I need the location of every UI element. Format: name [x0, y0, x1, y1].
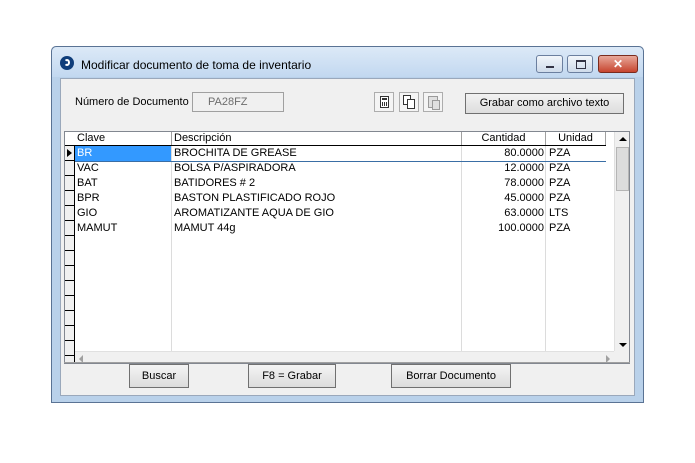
doc-number-field[interactable]: PA28FZ — [192, 92, 284, 112]
current-row-arrow-icon — [67, 149, 72, 157]
grabar-button[interactable]: F8 = Grabar — [248, 364, 336, 388]
cell-descripcion[interactable]: BOLSA P/ASPIRADORA — [172, 161, 462, 176]
row-indicator-column — [65, 146, 75, 363]
calculator-button[interactable] — [374, 92, 394, 112]
cell-clave[interactable]: BPR — [75, 191, 171, 206]
arrow-down-icon — [619, 343, 627, 347]
paste-button[interactable] — [423, 92, 443, 112]
doc-number-label: Número de Documento — [75, 96, 189, 108]
buscar-label: Buscar — [141, 370, 177, 382]
title-bar[interactable]: Modificar documento de toma de inventari… — [52, 47, 643, 77]
table-row[interactable]: BR BROCHITA DE GREASE 80.0000 PZA — [75, 146, 606, 162]
cell-unidad[interactable]: PZA — [546, 176, 606, 191]
cell-cantidad[interactable]: 12.0000 — [462, 161, 546, 176]
table-row[interactable]: VAC BOLSA P/ASPIRADORA 12.0000 PZA — [75, 161, 606, 176]
grabar-label: F8 = Grabar — [262, 370, 322, 382]
copy-button[interactable] — [399, 92, 419, 112]
scroll-up-button[interactable] — [615, 132, 629, 147]
cell-clave[interactable]: BR — [75, 146, 171, 161]
calculator-icon — [380, 96, 389, 108]
cell-cantidad[interactable]: 63.0000 — [462, 206, 546, 221]
table-row[interactable]: BAT BATIDORES # 2 78.0000 PZA — [75, 176, 606, 191]
inventory-grid[interactable]: Clave Descripción Cantidad Unidad BR BRO… — [64, 131, 630, 364]
save-as-text-button[interactable]: Grabar como archivo texto — [465, 93, 624, 114]
cell-unidad[interactable]: PZA — [546, 146, 606, 161]
window-title: Modificar documento de toma de inventari… — [81, 58, 312, 72]
app-icon — [60, 56, 74, 70]
footer-divider — [64, 362, 630, 363]
vertical-scrollbar[interactable] — [614, 132, 629, 352]
cell-clave[interactable]: BAT — [75, 176, 171, 191]
column-header-cantidad[interactable]: Cantidad — [462, 132, 546, 145]
minimize-button[interactable] — [536, 55, 563, 73]
client-area: Número de Documento PA28FZ Grabar como a… — [60, 78, 635, 396]
cell-cantidad[interactable]: 80.0000 — [462, 146, 546, 161]
close-button[interactable]: ✕ — [598, 55, 638, 73]
table-row[interactable]: BPR BASTON PLASTIFICADO ROJO 45.0000 PZA — [75, 191, 606, 206]
cell-unidad[interactable]: PZA — [546, 161, 606, 176]
close-icon: ✕ — [612, 57, 624, 71]
paste-icon-page — [432, 100, 440, 110]
buscar-button[interactable]: Buscar — [129, 364, 189, 388]
cell-unidad[interactable]: LTS — [546, 206, 606, 221]
cell-clave[interactable]: GIO — [75, 206, 171, 221]
cell-descripcion[interactable]: AROMATIZANTE AQUA DE GIO — [172, 206, 462, 221]
cell-cantidad[interactable]: 78.0000 — [462, 176, 546, 191]
column-header-descripcion[interactable]: Descripción — [172, 132, 462, 145]
cell-cantidad[interactable]: 45.0000 — [462, 191, 546, 206]
borrar-documento-button[interactable]: Borrar Documento — [391, 364, 511, 388]
table-row[interactable]: GIO AROMATIZANTE AQUA DE GIO 63.0000 LTS — [75, 206, 606, 221]
column-header-unidad[interactable]: Unidad — [546, 132, 606, 145]
vertical-scroll-thumb[interactable] — [616, 147, 629, 191]
borrar-label: Borrar Documento — [406, 370, 496, 382]
maximize-button[interactable] — [567, 55, 593, 73]
cell-descripcion[interactable]: BROCHITA DE GREASE — [172, 146, 462, 161]
cell-unidad[interactable]: PZA — [546, 221, 606, 236]
cell-cantidad[interactable]: 100.0000 — [462, 221, 546, 236]
cell-descripcion[interactable]: BATIDORES # 2 — [172, 176, 462, 191]
cell-clave[interactable]: VAC — [75, 161, 171, 176]
cell-unidad[interactable]: PZA — [546, 191, 606, 206]
column-header-clave[interactable]: Clave — [75, 132, 172, 145]
arrow-up-icon — [619, 137, 627, 141]
cell-descripcion[interactable]: MAMUT 44g — [172, 221, 462, 236]
copy-icon-page — [407, 99, 415, 109]
cell-descripcion[interactable]: BASTON PLASTIFICADO ROJO — [172, 191, 462, 206]
main-window: Modificar documento de toma de inventari… — [51, 46, 644, 403]
grid-header: Clave Descripción Cantidad Unidad — [65, 132, 606, 146]
cell-clave[interactable]: MAMUT — [75, 221, 171, 236]
table-row[interactable]: MAMUT MAMUT 44g 100.0000 PZA — [75, 221, 606, 236]
scroll-down-button[interactable] — [615, 337, 629, 352]
